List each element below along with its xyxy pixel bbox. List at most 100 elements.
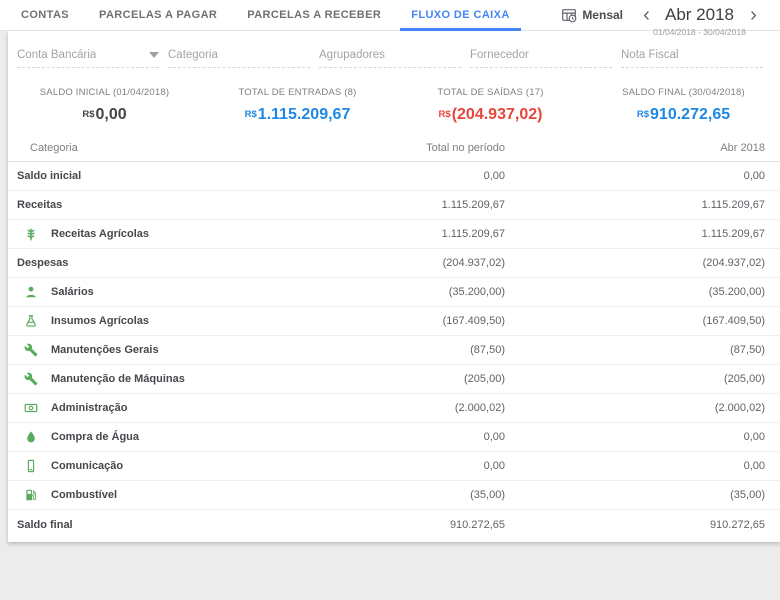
summary-amount: (204.937,02) xyxy=(452,106,543,123)
period-selector[interactable]: Abr 2018 01/04/2018 - 30/04/2018 xyxy=(659,5,740,25)
summary-label: SALDO FINAL (30/04/2018) xyxy=(587,87,780,98)
row-total-value: 910.272,65 xyxy=(365,519,505,531)
row-label: Saldo inicial xyxy=(17,170,81,182)
row-month-value: 910.272,65 xyxy=(505,519,765,531)
next-period-button[interactable] xyxy=(742,4,764,26)
table-row[interactable]: Combustível (35,00) (35,00) xyxy=(8,481,780,510)
column-header-total-periodo: Total no período xyxy=(365,142,505,154)
table-row[interactable]: Manutenções Gerais (87,50) (87,50) xyxy=(8,336,780,365)
column-header-month: Abr 2018 xyxy=(505,142,765,154)
summary-value: R$910.272,65 xyxy=(587,106,780,124)
summary-row: SALDO INICIAL (01/04/2018) R$0,00 TOTAL … xyxy=(8,87,780,124)
row-month-value: (167.409,50) xyxy=(505,315,765,327)
tab-contas[interactable]: CONTAS xyxy=(6,0,84,30)
table-row[interactable]: Administração (2.000,02) (2.000,02) xyxy=(8,394,780,423)
row-total-value: (204.937,02) xyxy=(365,257,505,269)
filter-label: Categoria xyxy=(168,49,218,61)
row-total-value: 1.115.209,67 xyxy=(365,228,505,240)
table-row[interactable]: Manutenção de Máquinas (205,00) (205,00) xyxy=(8,365,780,394)
row-month-value: 0,00 xyxy=(505,460,765,472)
table-row[interactable]: Saldo final 910.272,65 910.272,65 xyxy=(8,510,780,539)
summary-value: R$(204.937,02) xyxy=(394,106,587,124)
filter-fornecedor[interactable]: Fornecedor xyxy=(470,43,612,68)
summary-value: R$1.115.209,67 xyxy=(201,106,394,124)
banknote-icon xyxy=(24,401,38,415)
filter-label: Nota Fiscal xyxy=(621,49,679,61)
row-label: Receitas Agrícolas xyxy=(51,228,149,240)
row-total-value: (205,00) xyxy=(365,373,505,385)
view-mode-button[interactable]: Mensal xyxy=(561,7,623,23)
row-total-value: 1.115.209,67 xyxy=(365,199,505,211)
row-label: Comunicação xyxy=(51,460,123,472)
currency-prefix: R$ xyxy=(82,109,94,120)
table-row[interactable]: Saldo inicial 0,00 0,00 xyxy=(8,162,780,191)
row-total-value: (87,50) xyxy=(365,344,505,356)
flask-icon xyxy=(24,314,38,328)
table-row[interactable]: Despesas (204.937,02) (204.937,02) xyxy=(8,249,780,278)
row-month-value: (204.937,02) xyxy=(505,257,765,269)
table-row[interactable]: Comunicação 0,00 0,00 xyxy=(8,452,780,481)
row-label: Receitas xyxy=(17,199,62,211)
period-date-range: 01/04/2018 - 30/04/2018 xyxy=(653,27,746,37)
tab-parcelas-a-pagar[interactable]: PARCELAS A PAGAR xyxy=(84,0,232,30)
row-total-value: 0,00 xyxy=(365,431,505,443)
row-label: Manutenções Gerais xyxy=(51,344,159,356)
row-month-value: (205,00) xyxy=(505,373,765,385)
row-month-value: (87,50) xyxy=(505,344,765,356)
dropdown-arrow-icon xyxy=(149,52,159,58)
cash-flow-panel: Conta Bancária Categoria Agrupadores For… xyxy=(8,31,780,542)
tab-fluxo-de-caixa[interactable]: FLUXO DE CAIXA xyxy=(396,0,525,30)
table-row[interactable]: Insumos Agrícolas (167.409,50) (167.409,… xyxy=(8,307,780,336)
row-month-value: 0,00 xyxy=(505,170,765,182)
table-header: Categoria Total no período Abr 2018 xyxy=(8,135,780,162)
phone-icon xyxy=(24,459,38,473)
row-month-value: (35,00) xyxy=(505,489,765,501)
currency-prefix: R$ xyxy=(439,109,451,120)
chevron-right-icon xyxy=(747,9,760,22)
row-month-value: (2.000,02) xyxy=(505,402,765,414)
filter-categoria[interactable]: Categoria xyxy=(168,43,310,68)
summary-card-saldo-inicial: SALDO INICIAL (01/04/2018) R$0,00 xyxy=(8,87,201,124)
row-label: Insumos Agrícolas xyxy=(51,315,149,327)
row-total-value: (167.409,50) xyxy=(365,315,505,327)
filter-nota-fiscal[interactable]: Nota Fiscal xyxy=(621,43,763,68)
row-total-value: (35.200,00) xyxy=(365,286,505,298)
row-month-value: 1.115.209,67 xyxy=(505,199,765,211)
previous-period-button[interactable] xyxy=(635,4,657,26)
period-month-label: Abr 2018 xyxy=(665,5,734,25)
row-total-value: (35,00) xyxy=(365,489,505,501)
row-label: Despesas xyxy=(17,257,68,269)
summary-card-total-saidas: TOTAL DE SAÍDAS (17) R$(204.937,02) xyxy=(394,87,587,124)
summary-card-saldo-final: SALDO FINAL (30/04/2018) R$910.272,65 xyxy=(587,87,780,124)
row-label: Salários xyxy=(51,286,94,298)
view-mode-label: Mensal xyxy=(582,8,623,22)
tab-parcelas-a-receber[interactable]: PARCELAS A RECEBER xyxy=(232,0,396,30)
table-row[interactable]: Salários (35.200,00) (35.200,00) xyxy=(8,278,780,307)
row-total-value: 0,00 xyxy=(365,170,505,182)
filter-label: Agrupadores xyxy=(319,49,385,61)
row-month-value: 1.115.209,67 xyxy=(505,228,765,240)
row-total-value: (2.000,02) xyxy=(365,402,505,414)
table-row[interactable]: Compra de Água 0,00 0,00 xyxy=(8,423,780,452)
table-row[interactable]: Receitas 1.115.209,67 1.115.209,67 xyxy=(8,191,780,220)
row-label: Compra de Água xyxy=(51,431,139,443)
fuel-icon xyxy=(24,488,38,502)
row-label: Saldo final xyxy=(17,519,73,531)
table-body: Saldo inicial 0,00 0,00 Receitas 1.115.2… xyxy=(8,162,780,539)
column-header-categoria: Categoria xyxy=(30,142,365,154)
filter-agrupadores[interactable]: Agrupadores xyxy=(319,43,461,68)
row-label: Administração xyxy=(51,402,127,414)
row-month-value: (35.200,00) xyxy=(505,286,765,298)
filter-conta-bancaria[interactable]: Conta Bancária xyxy=(17,43,159,68)
currency-prefix: R$ xyxy=(637,109,649,120)
summary-label: SALDO INICIAL (01/04/2018) xyxy=(8,87,201,98)
wheat-icon xyxy=(24,227,38,241)
table-row[interactable]: Receitas Agrícolas 1.115.209,67 1.115.20… xyxy=(8,220,780,249)
row-total-value: 0,00 xyxy=(365,460,505,472)
filter-bar: Conta Bancária Categoria Agrupadores For… xyxy=(17,43,763,68)
wrench-icon xyxy=(24,343,38,357)
summary-amount: 910.272,65 xyxy=(650,106,730,123)
summary-value: R$0,00 xyxy=(8,106,201,124)
summary-card-total-entradas: TOTAL DE ENTRADAS (8) R$1.115.209,67 xyxy=(201,87,394,124)
filter-label: Fornecedor xyxy=(470,49,529,61)
